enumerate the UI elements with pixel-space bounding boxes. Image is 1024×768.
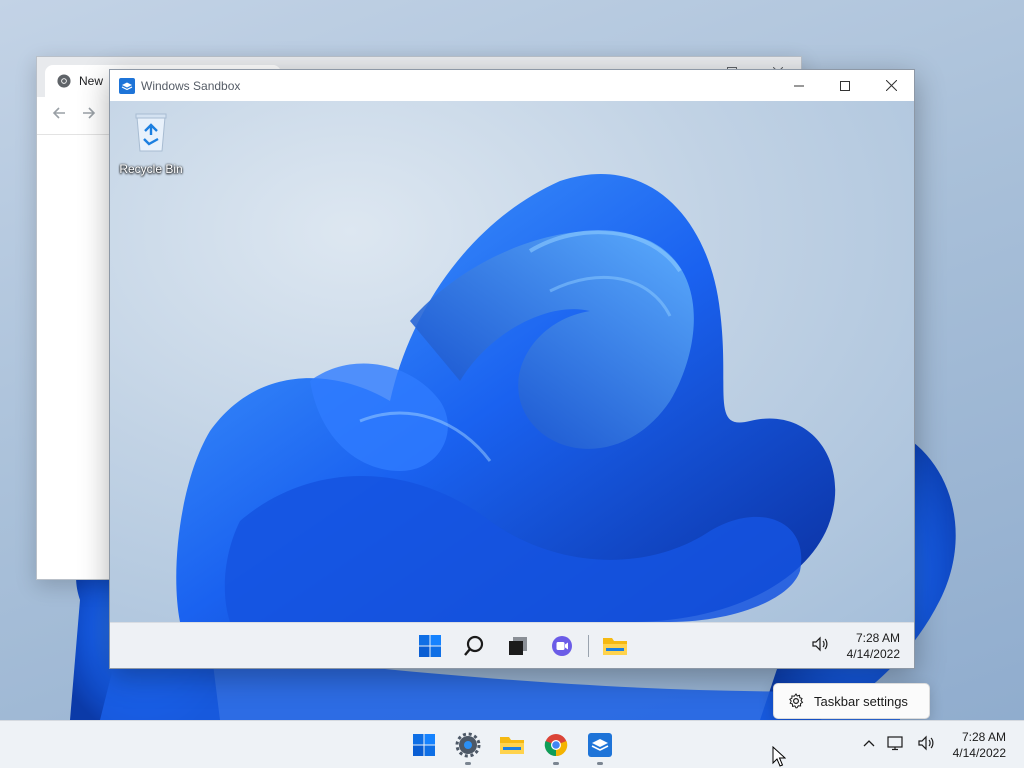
chevron-up-icon	[863, 740, 875, 747]
task-view-icon	[509, 637, 527, 655]
chrome-icon	[57, 74, 71, 88]
windows-sandbox-icon	[588, 733, 612, 757]
host-windows-sandbox-button[interactable]	[580, 728, 620, 765]
sandbox-titlebar[interactable]: Windows Sandbox	[110, 70, 914, 101]
sandbox-minimize-button[interactable]	[776, 70, 822, 101]
arrow-right-icon	[83, 107, 96, 119]
mouse-cursor-icon	[772, 746, 786, 767]
arrow-left-icon	[52, 107, 65, 119]
chat-icon	[552, 636, 572, 656]
network-button[interactable]	[887, 735, 905, 756]
sandbox-clock-time: 7:28 AM	[855, 631, 900, 645]
gear-icon	[789, 693, 804, 709]
host-chrome-button[interactable]	[536, 728, 576, 765]
host-taskbar: 7:28 AM 4/14/2022	[0, 720, 1024, 768]
sandbox-window[interactable]: Windows Sandbox Recycle Bin 7:28 AM 4/14…	[109, 69, 915, 669]
running-indicator	[553, 762, 559, 765]
sandbox-file-explorer-button[interactable]	[595, 629, 635, 663]
host-file-explorer-button[interactable]	[492, 728, 532, 762]
recycle-bin-icon	[135, 113, 167, 152]
settings-icon	[455, 732, 481, 758]
sandbox-clock[interactable]: 7:28 AM 4/14/2022	[847, 630, 900, 662]
host-clock-time: 7:28 AM	[961, 730, 1006, 744]
show-hidden-icons-button[interactable]	[863, 736, 875, 754]
taskbar-settings-menu-item[interactable]: Taskbar settings	[773, 683, 930, 719]
sandbox-start-button[interactable]	[410, 629, 450, 663]
host-clock-date: 4/14/2022	[952, 746, 1006, 760]
sandbox-chat-button[interactable]	[542, 629, 582, 663]
running-indicator	[597, 762, 603, 765]
start-icon	[419, 635, 441, 657]
taskbar-divider	[588, 635, 589, 657]
host-clock[interactable]: 7:28 AM 4/14/2022	[953, 729, 1006, 761]
file-explorer-icon	[500, 737, 524, 754]
file-explorer-icon	[603, 638, 627, 655]
host-start-button[interactable]	[404, 728, 444, 762]
sandbox-clock-date: 4/14/2022	[846, 647, 900, 661]
sandbox-volume-button[interactable]	[811, 636, 829, 657]
host-settings-button[interactable]	[448, 728, 488, 765]
browser-tab-label: New	[79, 74, 104, 88]
volume-icon	[812, 636, 828, 651]
sandbox-desktop[interactable]: Recycle Bin	[110, 101, 914, 622]
maximize-icon	[840, 80, 850, 91]
recycle-bin-shortcut[interactable]: Recycle Bin	[118, 111, 184, 176]
sandbox-taskbar: 7:28 AM 4/14/2022	[110, 622, 914, 668]
sandbox-window-title: Windows Sandbox	[141, 78, 241, 93]
sandbox-wallpaper-bloom	[176, 173, 836, 622]
forward-button[interactable]	[81, 105, 97, 126]
start-icon	[413, 734, 435, 756]
search-icon	[464, 635, 484, 656]
volume-button[interactable]	[917, 735, 935, 756]
network-icon	[887, 735, 903, 750]
sandbox-search-button[interactable]	[454, 629, 494, 663]
sandbox-maximize-button[interactable]	[822, 70, 868, 101]
minimize-icon	[794, 85, 804, 86]
recycle-bin-label: Recycle Bin	[119, 162, 183, 176]
sandbox-task-view-button[interactable]	[498, 629, 538, 663]
chrome-icon	[544, 734, 568, 757]
close-icon	[885, 80, 897, 91]
windows-sandbox-icon	[119, 77, 135, 94]
back-button[interactable]	[51, 105, 67, 126]
sandbox-close-button[interactable]	[868, 70, 914, 101]
volume-icon	[918, 735, 934, 750]
running-indicator	[465, 762, 471, 765]
taskbar-settings-label: Taskbar settings	[814, 693, 908, 709]
